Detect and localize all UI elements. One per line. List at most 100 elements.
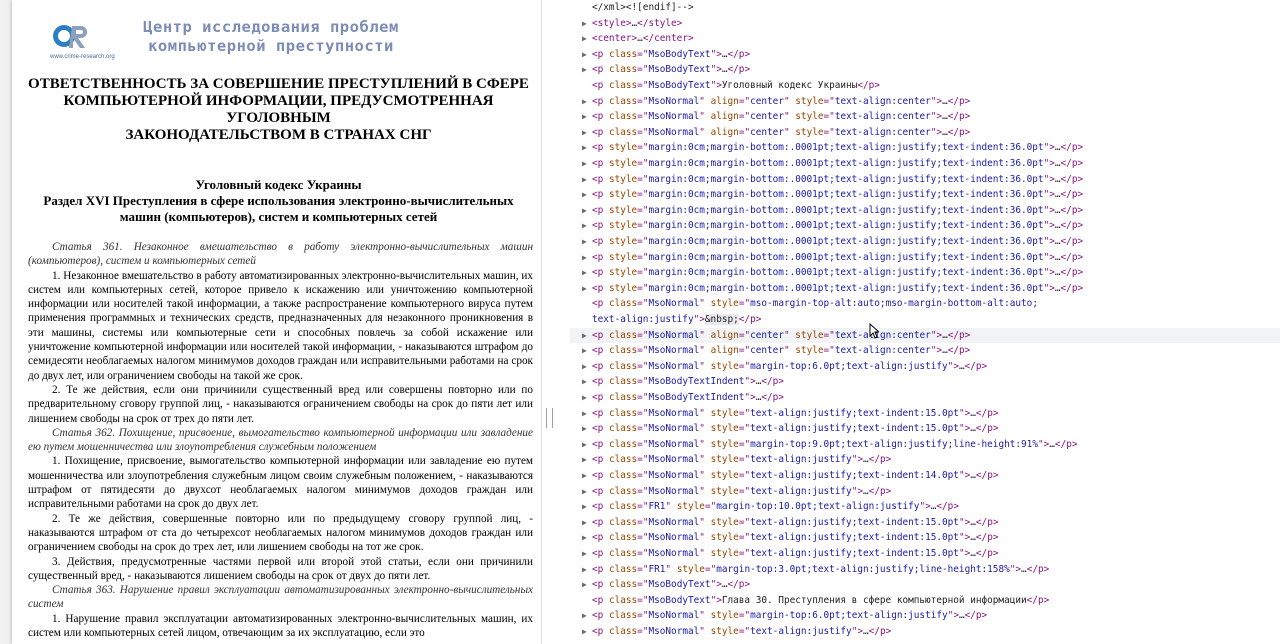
expand-arrow-icon[interactable]: ▶ bbox=[582, 421, 592, 437]
dom-node-row[interactable]: ▶ <p class="MsoNormal" style="margin-top:… bbox=[570, 359, 1280, 375]
dom-node-row[interactable]: <p class="MsoBodyText">Глава 30. Преступ… bbox=[570, 593, 1280, 609]
dom-node-row[interactable]: <p class="MsoBodyText">Уголовный кодекс … bbox=[570, 78, 1280, 94]
elements-tree[interactable]: </xml><![endif]--> ▶ <style>…</style> ▶ <cen… bbox=[570, 0, 1280, 644]
node-token-an: style bbox=[710, 516, 739, 528]
node-token-tag: " bbox=[699, 548, 711, 559]
expand-arrow-icon[interactable]: ▶ bbox=[582, 94, 592, 110]
expand-arrow-icon[interactable]: ▶ bbox=[582, 390, 592, 406]
dom-node-row[interactable]: ▶ <p class="FR1" style="margin-top:10.0pt… bbox=[570, 499, 1280, 515]
expand-arrow-icon[interactable]: ▶ bbox=[582, 577, 592, 593]
splitter-grip-icon[interactable] bbox=[546, 408, 553, 428]
expand-arrow-icon[interactable]: ▶ bbox=[582, 437, 592, 453]
expand-arrow-icon[interactable]: ▶ bbox=[582, 530, 592, 546]
dom-node-row[interactable]: ▶ <p style="margin:0cm;margin-bottom:.000… bbox=[570, 203, 1280, 219]
dom-node-row[interactable]: ▶ <p class="MsoNormal" style="text-align:… bbox=[570, 530, 1280, 546]
expand-arrow-icon[interactable]: ▶ bbox=[582, 250, 592, 266]
node-token-av: mso-margin-top-alt:auto;mso-margin-botto… bbox=[750, 298, 1038, 310]
expand-arrow-icon[interactable]: ▶ bbox=[582, 109, 592, 125]
expand-arrow-icon[interactable]: ▶ bbox=[582, 203, 592, 219]
expand-arrow-icon[interactable]: ▶ bbox=[582, 328, 592, 344]
dom-node-row[interactable]: ▶ <p style="margin:0cm;margin-bottom:.000… bbox=[570, 218, 1280, 234]
expand-arrow-icon[interactable]: ▶ bbox=[582, 234, 592, 250]
expand-arrow-icon[interactable]: ▶ bbox=[582, 125, 592, 141]
node-token-tag: <p bbox=[592, 329, 609, 341]
node-token-an: class bbox=[608, 501, 638, 513]
dom-node-row[interactable]: ▶ <p class="MsoBodyText">…</p> bbox=[570, 47, 1280, 63]
expand-arrow-icon[interactable]: ▶ bbox=[582, 31, 592, 47]
expand-arrow-icon[interactable]: ▶ bbox=[582, 515, 592, 531]
expand-arrow-icon[interactable]: ▶ bbox=[582, 281, 592, 297]
dom-node-row[interactable]: ▶ <p class="MsoNormal" align="center" sty… bbox=[570, 109, 1280, 125]
article-paragraph: 1. Похищение, присвоение, вымогательство… bbox=[28, 455, 533, 511]
article-paragraph: 3. Действия, предусмотренные частями пер… bbox=[28, 555, 533, 582]
dom-node-row[interactable]: ▶ <p class="MsoNormal" style="text-align:… bbox=[570, 624, 1280, 640]
expand-arrow-icon[interactable]: ▶ bbox=[582, 484, 592, 500]
node-token-an: style bbox=[608, 282, 638, 294]
dom-node-row[interactable]: ▶ <p style="margin:0cm;margin-bottom:.000… bbox=[570, 156, 1280, 172]
expand-arrow-icon[interactable]: ▶ bbox=[582, 187, 592, 203]
dom-node-row[interactable]: ▶ <p style="margin:0cm;margin-bottom:.000… bbox=[570, 172, 1280, 188]
expand-arrow-icon[interactable]: ▶ bbox=[582, 343, 592, 359]
expand-arrow-icon[interactable]: ▶ bbox=[582, 452, 592, 468]
org-title-line-2: компьютерной преступности bbox=[148, 37, 394, 55]
dom-node-row[interactable]: ▶ <p style="margin:0cm;margin-bottom:.000… bbox=[570, 187, 1280, 203]
dom-node-row[interactable]: ▶ <p class="MsoBodyTextIndent">…</p> bbox=[570, 374, 1280, 390]
dom-node-row[interactable]: ▶ <p class="MsoBodyText">…</p> bbox=[570, 62, 1280, 78]
expand-arrow-icon[interactable]: ▶ bbox=[582, 172, 592, 188]
node-token-tag: =" bbox=[738, 423, 751, 435]
node-token-an: class bbox=[608, 111, 638, 123]
expand-arrow-icon[interactable]: ▶ bbox=[582, 624, 592, 640]
node-token-an: style bbox=[710, 548, 739, 559]
expand-arrow-icon[interactable]: ▶ bbox=[582, 359, 592, 375]
dom-node-row[interactable]: ▶ <p class="MsoNormal" style="text-align:… bbox=[570, 484, 1280, 500]
dom-node-row[interactable]: ▶ <p class="FR1" style="margin-top:3.0pt;… bbox=[570, 562, 1280, 578]
dom-node-row[interactable]: ▶ <p class="MsoNormal" style="text-align:… bbox=[570, 452, 1280, 468]
document-viewport[interactable]: www.crime-research.org Центр исследовани… bbox=[0, 0, 541, 644]
node-token-tag: "> bbox=[1043, 142, 1055, 154]
dom-node-row[interactable]: ▶ <p class="MsoNormal" style="margin-top:… bbox=[570, 437, 1280, 453]
dom-node-row[interactable]: ▶ <p style="margin:0cm;margin-bottom:.000… bbox=[570, 265, 1280, 281]
dom-node-row[interactable]: text-align:justify">&nbsp;</p> bbox=[570, 312, 1280, 328]
expand-arrow-icon[interactable]: ▶ bbox=[582, 47, 592, 63]
expand-arrow-icon[interactable]: ▶ bbox=[582, 265, 592, 281]
expand-arrow-icon[interactable]: ▶ bbox=[582, 608, 592, 624]
dom-node-row[interactable]: ▶ <p class="MsoNormal" style="text-align:… bbox=[570, 468, 1280, 484]
dom-node-row[interactable]: ▶ <p class="MsoNormal" style="text-align:… bbox=[570, 515, 1280, 531]
expand-arrow-icon[interactable]: ▶ bbox=[582, 546, 592, 562]
node-token-an: class bbox=[608, 126, 638, 138]
node-token-tag: =" bbox=[823, 345, 835, 357]
node-token-av: margin:0cm;margin-bottom:.0001pt;text-al… bbox=[648, 189, 1044, 201]
dom-node-row[interactable]: <p class="MsoNormal" style="mso-margin-t… bbox=[570, 296, 1280, 312]
expand-arrow-icon[interactable]: ▶ bbox=[582, 16, 592, 32]
expand-arrow-icon[interactable]: ▶ bbox=[582, 218, 592, 234]
dom-node-row[interactable]: ▶ <center>…</center> bbox=[570, 31, 1280, 47]
expand-arrow-icon[interactable]: ▶ bbox=[582, 499, 592, 515]
dom-node-row[interactable]: ▶ <p class="MsoNormal" align="center" sty… bbox=[570, 343, 1280, 359]
pane-splitter[interactable] bbox=[541, 0, 556, 644]
node-token-tag: <p bbox=[592, 204, 609, 216]
dom-node-row[interactable]: </xml><![endif]--> bbox=[570, 0, 1280, 16]
dom-node-row[interactable]: ▶ <p class="MsoNormal" style="text-align:… bbox=[570, 546, 1280, 562]
dom-node-row[interactable]: ▶ <p class="MsoNormal" style="text-align:… bbox=[570, 421, 1280, 437]
dom-node-row[interactable]: ▶ <p class="MsoNormal" style="text-align:… bbox=[570, 406, 1280, 422]
expand-arrow-icon[interactable]: ▶ bbox=[582, 374, 592, 390]
expand-arrow-icon[interactable]: ▶ bbox=[582, 62, 592, 78]
dom-node-row[interactable]: ▶ <p class="MsoNormal" style="margin-top:… bbox=[570, 608, 1280, 624]
dom-node-row[interactable]: ▶ <p style="margin:0cm;margin-bottom:.000… bbox=[570, 250, 1280, 266]
dom-node-row[interactable]: ▶ <p style="margin:0cm;margin-bottom:.000… bbox=[570, 281, 1280, 297]
expand-arrow-icon[interactable]: ▶ bbox=[582, 562, 592, 578]
expand-arrow-icon[interactable]: ▶ bbox=[582, 406, 592, 422]
dom-node-row[interactable]: ▶ <p class="MsoNormal" align="center" sty… bbox=[570, 125, 1280, 141]
dom-node-row[interactable]: ▶ <p class="MsoBodyTextIndent">…</p> bbox=[570, 390, 1280, 406]
dom-node-row[interactable]: ▶ <p class="MsoNormal" align="center" sty… bbox=[570, 94, 1280, 110]
dom-node-row[interactable]: ▶ <p style="margin:0cm;margin-bottom:.000… bbox=[570, 140, 1280, 156]
dom-node-row[interactable]: ▶ <style>…</style> bbox=[570, 16, 1280, 32]
dom-node-row[interactable]: ▶ <p class="MsoNormal" align="center" sty… bbox=[570, 327, 1280, 344]
expand-arrow-icon[interactable]: ▶ bbox=[582, 468, 592, 484]
dom-node-row[interactable]: ▶ <p class="MsoBodyText">…</p> bbox=[570, 577, 1280, 593]
expand-arrow-icon[interactable]: ▶ bbox=[582, 140, 592, 156]
node-token-tag: " bbox=[699, 423, 711, 435]
expand-arrow-icon[interactable]: ▶ bbox=[582, 156, 592, 172]
dom-node-row[interactable]: ▶ <p style="margin:0cm;margin-bottom:.000… bbox=[570, 234, 1280, 250]
node-token-tag: =" bbox=[738, 610, 751, 622]
